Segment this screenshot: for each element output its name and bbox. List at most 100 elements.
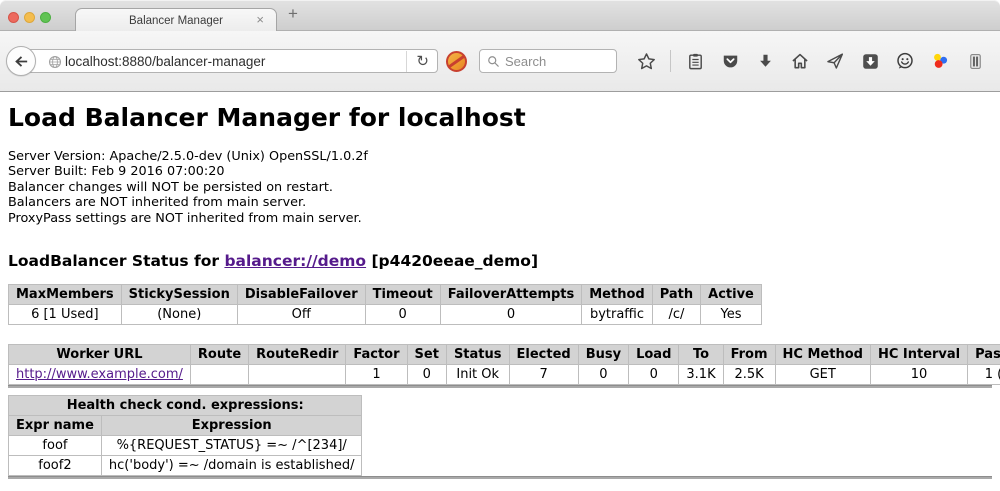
- persist-warning-line: Balancer changes will NOT be persisted o…: [8, 180, 992, 195]
- smiley-extension-icon[interactable]: [894, 50, 916, 72]
- downloads-icon[interactable]: [754, 50, 776, 72]
- passes-value: 1 (0): [968, 365, 1000, 385]
- table-header-row: MaxMembers StickySession DisableFailover…: [9, 285, 762, 305]
- toolbar-divider: [670, 50, 671, 72]
- tab-title: Balancer Manager: [129, 15, 223, 27]
- column-header: HC Interval: [870, 345, 967, 365]
- page-title: Load Balancer Manager for localhost: [8, 92, 992, 132]
- hc-method-value: GET: [775, 365, 870, 385]
- column-header: Expression: [101, 416, 362, 436]
- active-value: Yes: [701, 305, 762, 325]
- health-table-title: Health check cond. expressions:: [9, 396, 362, 416]
- status-value: Init Ok: [446, 365, 509, 385]
- health-check-table: Health check cond. expressions: Expr nam…: [8, 395, 362, 476]
- window-controls: [8, 12, 51, 23]
- tab-balancer-manager[interactable]: Balancer Manager ×: [75, 8, 277, 32]
- toolbar-icons: [635, 50, 1000, 72]
- column-header: Load: [629, 345, 679, 365]
- table-header-row: Worker URL Route RouteRedir Factor Set S…: [9, 345, 1000, 365]
- colored-dots-extension-icon[interactable]: [929, 50, 951, 72]
- zoom-window-button[interactable]: [40, 12, 51, 23]
- navigation-toolbar: localhost:8880/balancer-manager ↻: [0, 31, 1000, 92]
- search-icon[interactable]: [486, 54, 501, 69]
- column-header: HC Method: [775, 345, 870, 365]
- maxmembers-value: 6 [1 Used]: [9, 305, 122, 325]
- column-header: Timeout: [365, 285, 440, 305]
- table-row: foof %{REQUEST_STATUS} =~ /^[234]/: [9, 436, 362, 456]
- timeout-value: 0: [365, 305, 440, 325]
- worker-url-link[interactable]: http://www.example.com/: [16, 367, 183, 382]
- set-value: 0: [407, 365, 446, 385]
- reload-icon[interactable]: ↻: [406, 51, 429, 72]
- plugin-blocked-icon[interactable]: [446, 51, 467, 72]
- url-bar[interactable]: localhost:8880/balancer-manager ↻: [24, 49, 438, 73]
- extension-download-icon[interactable]: [859, 50, 881, 72]
- column-header: Set: [407, 345, 446, 365]
- busy-value: 0: [578, 365, 628, 385]
- pocket-icon[interactable]: [719, 50, 741, 72]
- balancer-demo-link[interactable]: balancer://demo: [224, 252, 366, 270]
- table-header-row: Expr name Expression: [9, 416, 362, 436]
- path-value: /c/: [652, 305, 700, 325]
- column-header: Expr name: [9, 416, 102, 436]
- bookmark-star-icon[interactable]: [635, 50, 657, 72]
- battery-extension-icon[interactable]: [964, 50, 986, 72]
- server-info: Server Version: Apache/2.5.0-dev (Unix) …: [8, 149, 992, 226]
- worker-url-cell: http://www.example.com/: [9, 365, 191, 385]
- column-header: StickySession: [121, 285, 237, 305]
- column-header: Active: [701, 285, 762, 305]
- column-header: MaxMembers: [9, 285, 122, 305]
- tab-bar: Balancer Manager × +: [0, 0, 1000, 31]
- table-row: foof2 hc('body') =~ /domain is establish…: [9, 456, 362, 476]
- search-input[interactable]: [505, 54, 605, 69]
- tab-close-icon[interactable]: ×: [256, 12, 264, 27]
- elected-value: 7: [509, 365, 578, 385]
- back-icon: [13, 53, 30, 70]
- search-bar[interactable]: [479, 49, 617, 73]
- page-content: Load Balancer Manager for localhost Serv…: [0, 92, 1000, 490]
- routeredir-value: [249, 365, 346, 385]
- globe-icon: [47, 54, 63, 70]
- column-header: From: [723, 345, 775, 365]
- status-heading-suffix: [p4420eeae_demo]: [366, 252, 538, 270]
- column-header: Route: [190, 345, 248, 365]
- column-header: Factor: [346, 345, 407, 365]
- url-group: localhost:8880/balancer-manager ↻: [10, 49, 438, 73]
- column-header: FailoverAttempts: [440, 285, 582, 305]
- minimize-window-button[interactable]: [24, 12, 35, 23]
- expression-value: %{REQUEST_STATUS} =~ /^[234]/: [101, 436, 362, 456]
- from-value: 2.5K: [723, 365, 775, 385]
- factor-value: 1: [346, 365, 407, 385]
- load-value: 0: [629, 365, 679, 385]
- back-button[interactable]: [6, 46, 36, 76]
- stickysession-value: (None): [121, 305, 237, 325]
- failoverattempts-value: 0: [440, 305, 582, 325]
- column-header: Busy: [578, 345, 628, 365]
- clipboard-icon[interactable]: [684, 50, 706, 72]
- server-built-line: Server Built: Feb 9 2016 07:00:20: [8, 164, 992, 179]
- column-header: Elected: [509, 345, 578, 365]
- send-plane-icon[interactable]: [824, 50, 846, 72]
- to-value: 3.1K: [679, 365, 723, 385]
- proxypass-warning-line: ProxyPass settings are NOT inherited fro…: [8, 211, 992, 226]
- balancers-warning-line: Balancers are NOT inherited from main se…: [8, 195, 992, 210]
- column-header: To: [679, 345, 723, 365]
- method-value: bytraffic: [582, 305, 652, 325]
- url-text[interactable]: localhost:8880/balancer-manager: [51, 54, 265, 69]
- divider: [8, 385, 992, 388]
- loadbalancer-status-heading: LoadBalancer Status for balancer://demo …: [8, 252, 992, 270]
- expr-name-value: foof2: [9, 456, 102, 476]
- table-row: 6 [1 Used] (None) Off 0 0 bytraffic /c/ …: [9, 305, 762, 325]
- divider: [8, 476, 992, 479]
- home-icon[interactable]: [789, 50, 811, 72]
- column-header: Path: [652, 285, 700, 305]
- close-window-button[interactable]: [8, 12, 19, 23]
- browser-window: Balancer Manager × + localhost:8880/bala…: [0, 0, 1000, 491]
- expr-name-value: foof: [9, 436, 102, 456]
- table-title-row: Health check cond. expressions:: [9, 396, 362, 416]
- expression-value: hc('body') =~ /domain is established/: [101, 456, 362, 476]
- column-header: Worker URL: [9, 345, 191, 365]
- status-heading-prefix: LoadBalancer Status for: [8, 252, 224, 270]
- disablefailover-value: Off: [237, 305, 365, 325]
- new-tab-button[interactable]: +: [288, 4, 298, 24]
